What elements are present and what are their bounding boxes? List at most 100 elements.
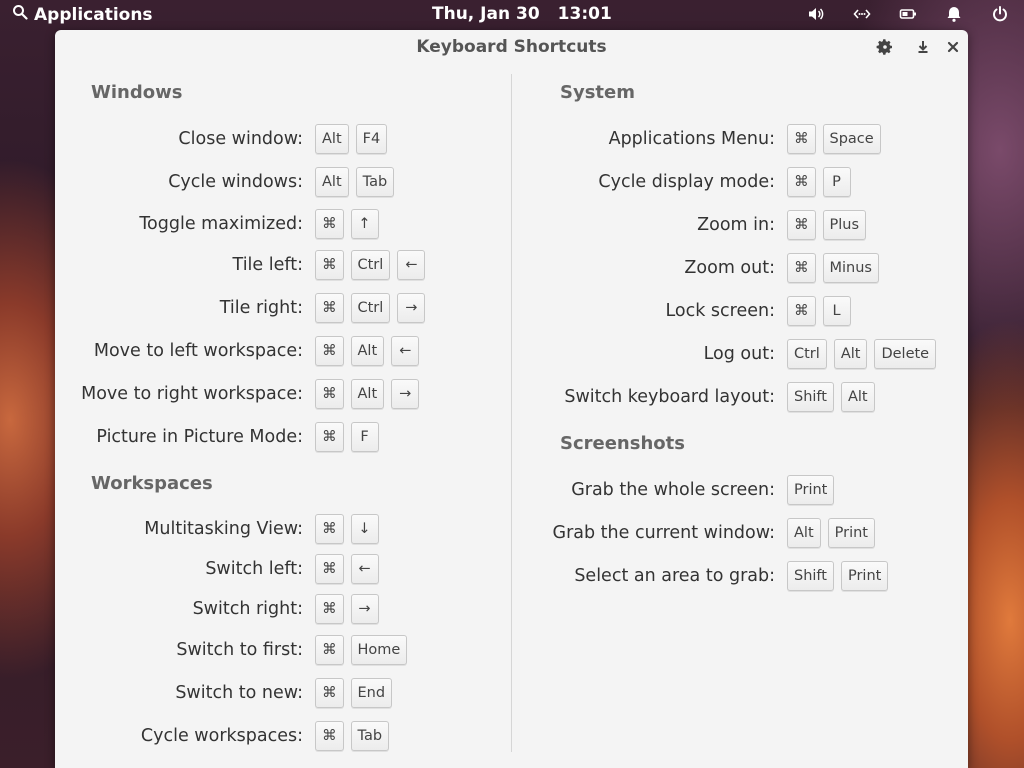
keycap: P: [822, 167, 851, 197]
shortcut-row: Move to left workspace: ⌘ Alt ←: [63, 336, 420, 366]
date-text: Thu, Jan 30: [432, 4, 540, 24]
shortcut-label: Close window:: [178, 129, 303, 149]
shortcut-label: Zoom out:: [684, 258, 775, 278]
key-combination: ⌘ →: [315, 594, 379, 624]
keycap: ⌘: [315, 554, 344, 584]
key-combination: ⌘ F: [315, 422, 379, 452]
keycap: Alt: [350, 379, 385, 409]
shortcut-row: Applications Menu: ⌘ Space: [545, 124, 881, 154]
keycap: Shift: [787, 561, 834, 591]
keycap: Print: [840, 561, 889, 591]
keycap: ⌘: [315, 379, 344, 409]
shortcut-label: Switch left:: [205, 559, 303, 579]
battery-icon[interactable]: [898, 5, 918, 23]
shortcut-row: Grab the whole screen: Print: [545, 475, 835, 505]
keycap: ⌘: [315, 721, 344, 751]
keycap: ←: [397, 250, 426, 280]
shortcut-row: Switch keyboard layout: Shift Alt: [545, 382, 875, 412]
shortcut-label: Switch to new:: [175, 683, 303, 703]
notifications-icon[interactable]: [944, 5, 964, 23]
top-panel: Applications Thu, Jan 30 13:01: [0, 0, 1024, 30]
key-combination: Alt Tab: [315, 167, 395, 197]
keycap: F: [350, 422, 379, 452]
keycap: ⌘: [315, 336, 344, 366]
applications-menu-button[interactable]: Applications: [12, 4, 153, 25]
shortcut-label: Applications Menu:: [608, 129, 775, 149]
section-title-workspaces: Workspaces: [91, 473, 213, 494]
keycap: Home: [350, 635, 408, 665]
keycap: Alt: [840, 382, 875, 412]
shortcut-row: Picture in Picture Mode: ⌘ F: [63, 422, 379, 452]
shortcut-row: Switch to new: ⌘ End: [63, 678, 393, 708]
key-combination: ⌘ Alt →: [315, 379, 420, 409]
keycap: End: [350, 678, 393, 708]
key-combination: Print: [787, 475, 835, 505]
shortcut-label: Select an area to grab:: [574, 566, 775, 586]
keycap: ⌘: [315, 514, 344, 544]
key-combination: Shift Print: [787, 561, 889, 591]
shortcut-row: Cycle windows: Alt Tab: [63, 167, 395, 197]
shortcut-row: Select an area to grab: Shift Print: [545, 561, 889, 591]
keycap: →: [350, 594, 379, 624]
shortcut-label: Switch keyboard layout:: [564, 387, 775, 407]
keycap: ←: [391, 336, 420, 366]
shortcut-row: Tile right: ⌘ Ctrl →: [63, 293, 426, 323]
key-combination: Alt Print: [787, 518, 875, 548]
keycap: Minus: [822, 253, 879, 283]
datetime-indicator[interactable]: Thu, Jan 30 13:01: [432, 4, 612, 24]
keycap: ↓: [350, 514, 379, 544]
shortcut-label: Log out:: [703, 344, 775, 364]
close-icon[interactable]: [943, 37, 963, 57]
shortcut-row: Grab the current window: Alt Print: [545, 518, 875, 548]
keycap: Tab: [355, 167, 395, 197]
shortcut-label: Toggle maximized:: [139, 214, 303, 234]
keycap: Alt: [315, 167, 349, 197]
keycap: F4: [355, 124, 388, 154]
shortcut-label: Cycle windows:: [168, 172, 303, 192]
power-icon[interactable]: [990, 5, 1010, 23]
key-combination: ⌘ ←: [315, 554, 379, 584]
key-combination: ⌘ Space: [787, 124, 881, 154]
shortcut-row: Zoom out: ⌘ Minus: [545, 253, 879, 283]
shortcut-label: Move to right workspace:: [81, 384, 303, 404]
keycap: ⌘: [315, 635, 344, 665]
key-combination: ⌘ Ctrl →: [315, 293, 426, 323]
keycap: Tab: [350, 721, 390, 751]
shortcut-row: Move to right workspace: ⌘ Alt →: [63, 379, 420, 409]
keycap: ↑: [350, 209, 379, 239]
keycap: Ctrl: [787, 339, 827, 369]
key-combination: ⌘ Ctrl ←: [315, 250, 426, 280]
shortcut-row: Switch left: ⌘ ←: [63, 554, 379, 584]
key-combination: ⌘ P: [787, 167, 851, 197]
keycap: ⌘: [787, 124, 816, 154]
network-icon[interactable]: [852, 5, 872, 23]
key-combination: ⌘ Alt ←: [315, 336, 420, 366]
window-title: Keyboard Shortcuts: [416, 37, 607, 57]
gear-icon[interactable]: [875, 37, 895, 57]
indicators: [806, 5, 1010, 23]
shortcut-row: Cycle display mode: ⌘ P: [545, 167, 851, 197]
shortcut-label: Tile right:: [219, 298, 303, 318]
shortcut-label: Move to left workspace:: [93, 341, 303, 361]
key-combination: ⌘ Home: [315, 635, 408, 665]
section-title-system: System: [560, 82, 635, 103]
keycap: ⌘: [787, 210, 816, 240]
shortcut-row: Switch to first: ⌘ Home: [63, 635, 408, 665]
key-combination: Alt F4: [315, 124, 388, 154]
titlebar: Keyboard Shortcuts: [55, 30, 968, 64]
volume-icon[interactable]: [806, 5, 826, 23]
keycap: ⌘: [315, 422, 344, 452]
download-icon[interactable]: [913, 37, 933, 57]
key-combination: Ctrl Alt Delete: [787, 339, 937, 369]
keycap: Delete: [874, 339, 937, 369]
shortcut-row: Close window: Alt F4: [63, 124, 388, 154]
keycap: Print: [827, 518, 875, 548]
shortcut-label: Tile left:: [232, 255, 303, 275]
shortcut-label: Lock screen:: [665, 301, 775, 321]
keycap: ⌘: [315, 678, 344, 708]
key-combination: ⌘ End: [315, 678, 393, 708]
applications-label: Applications: [34, 4, 153, 25]
section-title-screenshots: Screenshots: [560, 433, 685, 454]
key-combination: ⌘ L: [787, 296, 851, 326]
search-icon: [12, 4, 28, 25]
